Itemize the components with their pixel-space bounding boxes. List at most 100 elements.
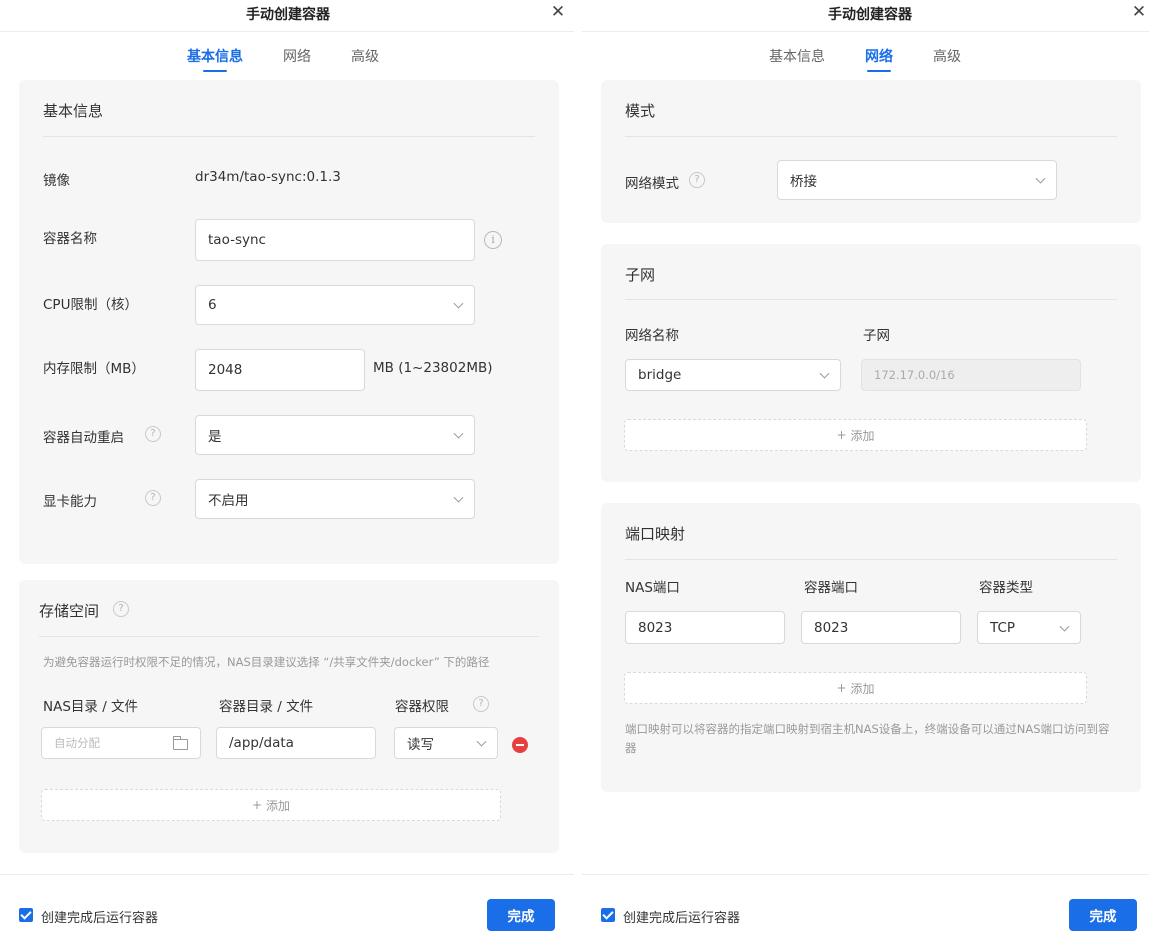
- tab-advanced[interactable]: 高级: [351, 46, 379, 66]
- chevron-down-icon: [453, 492, 464, 503]
- chevron-down-icon: [453, 428, 464, 439]
- help-icon[interactable]: ?: [113, 601, 129, 617]
- col-nas-port: NAS端口: [625, 580, 680, 596]
- chevron-down-icon: [819, 368, 830, 379]
- help-icon[interactable]: ?: [473, 696, 489, 712]
- col-network-name: 网络名称: [625, 328, 679, 344]
- col-protocol-type: 容器类型: [979, 580, 1033, 596]
- subnet-card: 子网 网络名称 子网 bridge 172.17.0.0/16 + 添加: [601, 244, 1141, 482]
- help-icon[interactable]: ?: [145, 426, 161, 442]
- tab-basic-info[interactable]: 基本信息: [187, 46, 243, 66]
- gpu-value: 不启用: [208, 493, 249, 509]
- add-storage-button[interactable]: + 添加: [41, 789, 501, 821]
- port-mapping-card: 端口映射 NAS端口 容器端口 容器类型 8023 8023 TCP + 添加 …: [601, 503, 1141, 792]
- dialog-title: 手动创建容器: [828, 7, 912, 23]
- memory-limit-label: 内存限制（MB）: [43, 361, 145, 377]
- network-mode-label: 网络模式: [625, 176, 679, 192]
- dialog-title: 手动创建容器: [246, 7, 330, 23]
- col-subnet: 子网: [863, 328, 890, 344]
- close-icon[interactable]: ✕: [1131, 2, 1147, 22]
- gpu-select[interactable]: 不启用: [195, 479, 475, 519]
- col-container-port: 容器端口: [804, 580, 858, 596]
- header-divider: [0, 31, 574, 32]
- tab-advanced[interactable]: 高级: [933, 46, 961, 66]
- col-nas-path: NAS目录 / 文件: [43, 699, 139, 715]
- port-mapping-hint: 端口映射可以将容器的指定端口映射到宿主机NAS设备上，终端设备可以通过NAS端口…: [625, 722, 1110, 755]
- done-button[interactable]: 完成: [487, 899, 555, 931]
- plus-icon: +: [836, 681, 847, 695]
- network-name-select[interactable]: bridge: [625, 359, 841, 391]
- nas-port-input[interactable]: 8023: [625, 611, 785, 644]
- header-divider: [582, 31, 1149, 32]
- col-container-path: 容器目录 / 文件: [219, 699, 314, 715]
- section-title-ports: 端口映射: [625, 525, 686, 543]
- auto-restart-select[interactable]: 是: [195, 415, 475, 455]
- container-path-input[interactable]: /app/data: [216, 727, 376, 759]
- section-title-mode: 模式: [625, 102, 656, 120]
- add-port-button[interactable]: + 添加: [624, 672, 1087, 704]
- chevron-down-icon: [476, 736, 487, 747]
- network-name-value: bridge: [638, 367, 682, 383]
- network-mode-value: 桥接: [790, 174, 817, 190]
- footer-divider: [582, 874, 1149, 875]
- run-after-create-label[interactable]: 创建完成后运行容器: [41, 907, 158, 926]
- section-divider: [43, 136, 535, 137]
- run-after-create-label[interactable]: 创建完成后运行容器: [623, 907, 740, 926]
- protocol-select[interactable]: TCP: [977, 611, 1081, 644]
- add-label: 添加: [850, 428, 875, 443]
- container-name-input[interactable]: tao-sync: [195, 219, 475, 261]
- footer-divider: [0, 874, 574, 875]
- col-permission: 容器权限: [395, 699, 449, 715]
- help-icon[interactable]: ?: [689, 172, 705, 188]
- auto-restart-value: 是: [208, 429, 222, 445]
- permission-select[interactable]: 读写: [394, 727, 498, 759]
- image-label: 镜像: [43, 173, 70, 189]
- tab-basic-info[interactable]: 基本信息: [769, 46, 825, 66]
- subnet-input: 172.17.0.0/16: [861, 359, 1081, 391]
- tab-network[interactable]: 网络: [283, 46, 311, 66]
- remove-row-icon[interactable]: [512, 737, 528, 753]
- container-port-input[interactable]: 8023: [801, 611, 961, 644]
- section-divider: [625, 136, 1117, 137]
- dialog-create-container-network: 手动创建容器 ✕ 基本信息 网络 高级 模式 网络模式 ? 桥接 子网 网络名称…: [582, 0, 1149, 937]
- container-name-label: 容器名称: [43, 231, 97, 247]
- done-button[interactable]: 完成: [1069, 899, 1137, 931]
- nas-path-input[interactable]: 自动分配: [41, 727, 201, 759]
- gpu-label: 显卡能力: [43, 494, 97, 510]
- network-mode-select[interactable]: 桥接: [777, 160, 1057, 200]
- close-icon[interactable]: ✕: [550, 2, 566, 22]
- cpu-limit-label: CPU限制（核）: [43, 297, 138, 313]
- add-label: 添加: [850, 681, 875, 696]
- cpu-limit-value: 6: [208, 297, 217, 313]
- protocol-value: TCP: [990, 619, 1016, 636]
- add-subnet-button[interactable]: + 添加: [624, 419, 1087, 451]
- storage-hint: 为避免容器运行时权限不足的情况，NAS目录建议选择 “/共享文件夹/docker…: [43, 655, 490, 669]
- section-title-storage: 存储空间: [39, 602, 100, 620]
- chevron-down-icon: [1059, 621, 1070, 632]
- dialog-create-container-basic: 手动创建容器 ✕ 基本信息 网络 高级 基本信息 镜像 dr34m/tao-sy…: [0, 0, 574, 937]
- help-icon[interactable]: ?: [145, 490, 161, 506]
- nas-path-placeholder: 自动分配: [54, 736, 100, 750]
- memory-limit-input[interactable]: 2048: [195, 349, 365, 391]
- active-tab-indicator: [203, 70, 227, 72]
- plus-icon: +: [251, 798, 263, 812]
- plus-icon: +: [836, 428, 847, 442]
- folder-icon[interactable]: [173, 736, 188, 750]
- run-after-create-checkbox[interactable]: [601, 908, 615, 922]
- run-after-create-checkbox[interactable]: [19, 908, 33, 922]
- section-divider: [625, 559, 1117, 560]
- permission-value: 读写: [407, 737, 434, 753]
- info-icon[interactable]: i: [484, 231, 502, 249]
- active-tab-indicator: [867, 70, 891, 72]
- section-title-subnet: 子网: [625, 266, 656, 284]
- section-divider: [625, 299, 1117, 300]
- chevron-down-icon: [453, 298, 464, 309]
- chevron-down-icon: [1035, 173, 1046, 184]
- cpu-limit-select[interactable]: 6: [195, 285, 475, 325]
- basic-info-card: 基本信息 镜像 dr34m/tao-sync:0.1.3 容器名称 tao-sy…: [19, 80, 559, 564]
- memory-unit-hint: MB (1~23802MB): [373, 360, 493, 376]
- add-label: 添加: [266, 798, 291, 813]
- storage-card: 存储空间 ? 为避免容器运行时权限不足的情况，NAS目录建议选择 “/共享文件夹…: [19, 580, 559, 853]
- section-divider: [39, 636, 539, 637]
- tab-network[interactable]: 网络: [865, 46, 893, 66]
